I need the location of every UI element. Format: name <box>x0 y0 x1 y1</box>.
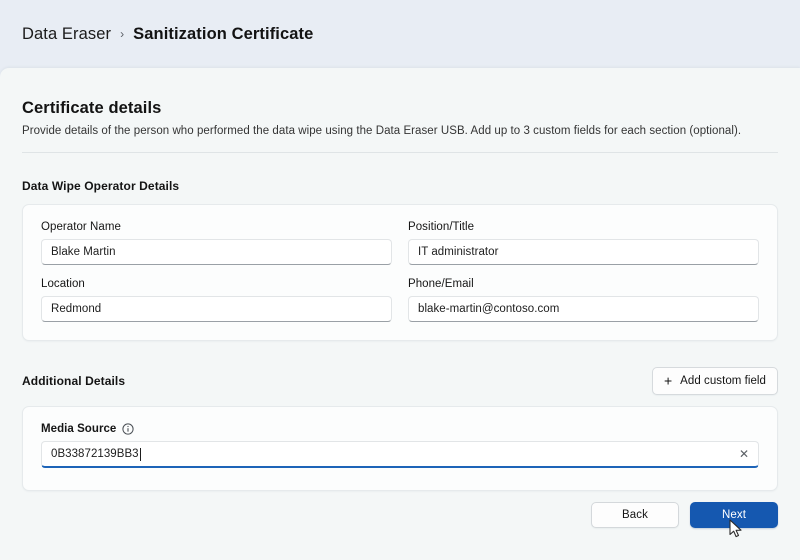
breadcrumb-item-sanitization-certificate: Sanitization Certificate <box>133 25 313 44</box>
app-window: Data Eraser › Sanitization Certificate C… <box>0 0 800 560</box>
input-media-source-value: 0B33872139BB3 <box>51 448 139 460</box>
additional-details-card: Media Source 0B33872139BB3 ✕ <box>22 406 778 491</box>
clear-input-icon[interactable]: ✕ <box>734 444 754 464</box>
breadcrumb-bar: Data Eraser › Sanitization Certificate <box>0 0 800 68</box>
add-custom-field-button[interactable]: + Add custom field <box>652 367 778 395</box>
field-label-phone-email: Phone/Email <box>408 278 759 290</box>
back-button[interactable]: Back <box>591 502 679 528</box>
text-caret <box>140 448 141 461</box>
field-label-media-source: Media Source <box>41 423 116 435</box>
content-surface: Certificate details Provide details of t… <box>0 68 800 560</box>
input-location[interactable]: Redmond <box>41 296 392 322</box>
breadcrumb-item-data-eraser[interactable]: Data Eraser <box>22 25 111 44</box>
input-position-title[interactable]: IT administrator <box>408 239 759 265</box>
field-label-media-source-row: Media Source <box>41 423 759 435</box>
field-location: Location Redmond <box>41 278 392 322</box>
chevron-right-icon: › <box>120 28 124 40</box>
page-description: Provide details of the person who perfor… <box>22 125 778 137</box>
plus-icon: + <box>664 374 672 388</box>
header-divider <box>22 152 778 153</box>
field-label-position-title: Position/Title <box>408 221 759 233</box>
input-media-source-value-wrap: 0B33872139BB3 <box>51 448 734 461</box>
operator-fields-grid: Operator Name Blake Martin Position/Titl… <box>41 221 759 322</box>
add-custom-field-label: Add custom field <box>680 375 766 387</box>
field-position-title: Position/Title IT administrator <box>408 221 759 265</box>
field-operator-name: Operator Name Blake Martin <box>41 221 392 265</box>
operator-section-title: Data Wipe Operator Details <box>22 179 778 193</box>
field-label-operator-name: Operator Name <box>41 221 392 233</box>
operator-details-card: Operator Name Blake Martin Position/Titl… <box>22 204 778 341</box>
input-phone-email[interactable]: blake-martin@contoso.com <box>408 296 759 322</box>
page-title: Certificate details <box>22 99 778 118</box>
additional-details-header: Additional Details + Add custom field <box>22 367 778 395</box>
input-operator-name[interactable]: Blake Martin <box>41 239 392 265</box>
breadcrumb: Data Eraser › Sanitization Certificate <box>22 25 313 44</box>
additional-section-title: Additional Details <box>22 374 125 388</box>
footer-actions: Back Next <box>591 502 778 528</box>
next-button[interactable]: Next <box>690 502 778 528</box>
field-label-location: Location <box>41 278 392 290</box>
input-media-source[interactable]: 0B33872139BB3 ✕ <box>41 441 759 468</box>
field-phone-email: Phone/Email blake-martin@contoso.com <box>408 278 759 322</box>
info-icon[interactable] <box>122 423 134 435</box>
